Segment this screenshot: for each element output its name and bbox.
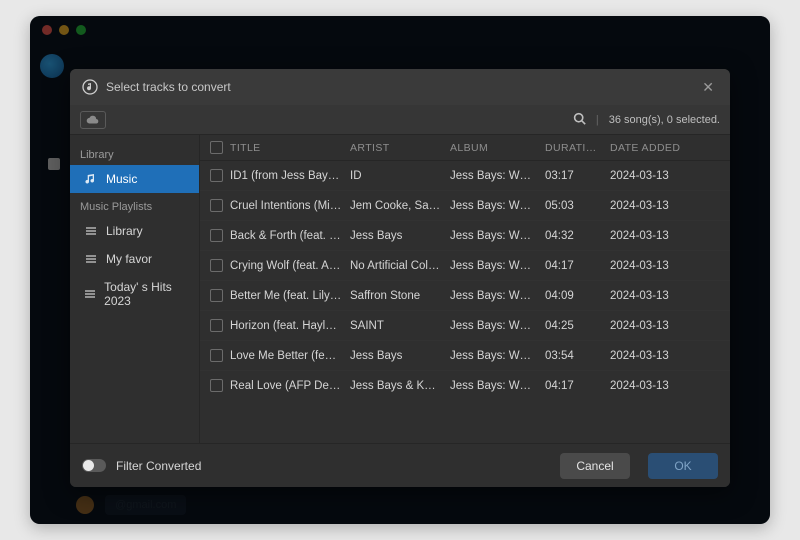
select-tracks-modal: Select tracks to convert ✕ | 36 song(s),… (70, 69, 730, 487)
sidebar-item-todays-hits-2023[interactable]: Today' s Hits 2023 (70, 273, 199, 315)
cell-title: Back & Forth (feat. Lily ... (230, 230, 350, 242)
list-icon (84, 288, 96, 300)
modal-title: Select tracks to convert (106, 80, 231, 94)
table-body: ID1 (from Jess Bays: W...IDJess Bays: Wo… (200, 161, 730, 400)
cell-artist: No Artificial Colours (350, 260, 450, 272)
list-icon (84, 225, 98, 237)
ok-button[interactable]: OK (648, 453, 718, 479)
cell-album: Jess Bays: Women I... (450, 380, 545, 392)
row-checkbox[interactable] (210, 379, 223, 392)
cell-duration: 04:32 (545, 230, 610, 242)
music-note-icon (82, 79, 98, 95)
cell-date: 2024-03-13 (610, 290, 700, 302)
cloud-icon (86, 115, 100, 125)
cell-date: 2024-03-13 (610, 380, 700, 392)
cell-artist: Jess Bays & Kelli-L... (350, 380, 450, 392)
cell-title: Love Me Better (feat. L... (230, 350, 350, 362)
cell-album: Jess Bays: Women I... (450, 320, 545, 332)
sidebar-item-library[interactable]: Library (70, 217, 199, 245)
cell-date: 2024-03-13 (610, 170, 700, 182)
sidebar-item-label: Today' s Hits 2023 (104, 280, 189, 308)
tracks-table: TITLE ARTIST ALBUM DURATION DATE ADDED I… (200, 135, 730, 443)
row-checkbox[interactable] (210, 169, 223, 182)
col-title[interactable]: TITLE (230, 142, 350, 154)
cell-duration: 04:25 (545, 320, 610, 332)
col-duration[interactable]: DURATION (545, 142, 610, 154)
cell-artist: Jess Bays (350, 350, 450, 362)
filter-converted-toggle[interactable] (82, 459, 106, 472)
modal-footer: Filter Converted Cancel OK (70, 443, 730, 487)
cell-duration: 04:17 (545, 380, 610, 392)
cell-title: Real Love (AFP Deep Li... (230, 380, 350, 392)
col-album[interactable]: ALBUM (450, 142, 545, 154)
sidebar-item-label: Music (106, 172, 137, 186)
filter-converted-label: Filter Converted (116, 459, 201, 473)
row-checkbox[interactable] (210, 199, 223, 212)
table-row[interactable]: Horizon (feat. Hayley ...SAINTJess Bays:… (200, 310, 730, 340)
cell-duration: 04:17 (545, 260, 610, 272)
row-checkbox[interactable] (210, 259, 223, 272)
sidebar-section-library-label: Library (70, 141, 199, 165)
cell-duration: 03:17 (545, 170, 610, 182)
cell-album: Jess Bays: Women I... (450, 350, 545, 362)
close-modal-button[interactable]: ✕ (698, 75, 718, 100)
cell-artist: Saffron Stone (350, 290, 450, 302)
cell-album: Jess Bays: Women I... (450, 290, 545, 302)
cell-duration: 05:03 (545, 200, 610, 212)
toolbar-divider: | (596, 114, 599, 126)
app-window: @gmail.com Select tracks to convert ✕ | … (30, 16, 770, 524)
cell-title: Cruel Intentions (Mixed) (230, 200, 350, 212)
table-row[interactable]: Better Me (feat. Lily Mc...Saffron Stone… (200, 280, 730, 310)
search-icon (573, 112, 586, 125)
cell-album: Jess Bays: Women I... (450, 230, 545, 242)
table-row[interactable]: Back & Forth (feat. Lily ...Jess BaysJes… (200, 220, 730, 250)
sidebar-item-my-favor[interactable]: My favor (70, 245, 199, 273)
row-checkbox[interactable] (210, 319, 223, 332)
modal-header: Select tracks to convert ✕ (70, 69, 730, 105)
cell-album: Jess Bays: Women I... (450, 170, 545, 182)
table-row[interactable]: Love Me Better (feat. L...Jess BaysJess … (200, 340, 730, 370)
sidebar-item-music[interactable]: Music (70, 165, 199, 193)
cell-date: 2024-03-13 (610, 230, 700, 242)
table-row[interactable]: Real Love (AFP Deep Li...Jess Bays & Kel… (200, 370, 730, 400)
selection-status: 36 song(s), 0 selected. (609, 114, 720, 126)
col-artist[interactable]: ARTIST (350, 142, 450, 154)
cell-artist: Jem Cooke, Sam D... (350, 200, 450, 212)
cell-date: 2024-03-13 (610, 350, 700, 362)
row-checkbox[interactable] (210, 229, 223, 242)
cell-artist: Jess Bays (350, 230, 450, 242)
table-row[interactable]: ID1 (from Jess Bays: W...IDJess Bays: Wo… (200, 161, 730, 190)
sidebar-section-playlists-label: Music Playlists (70, 193, 199, 217)
cell-title: Better Me (feat. Lily Mc... (230, 290, 350, 302)
table-row[interactable]: Cruel Intentions (Mixed)Jem Cooke, Sam D… (200, 190, 730, 220)
select-all-checkbox[interactable] (210, 141, 223, 154)
cell-title: ID1 (from Jess Bays: W... (230, 170, 350, 182)
cell-title: Horizon (feat. Hayley ... (230, 320, 350, 332)
cloud-refresh-button[interactable] (80, 111, 106, 129)
cell-date: 2024-03-13 (610, 260, 700, 272)
search-button[interactable] (573, 112, 586, 128)
modal-toolbar: | 36 song(s), 0 selected. (70, 105, 730, 135)
list-icon (84, 253, 98, 265)
cell-artist: ID (350, 170, 450, 182)
cell-date: 2024-03-13 (610, 200, 700, 212)
cell-album: Jess Bays: Women I... (450, 260, 545, 272)
cell-date: 2024-03-13 (610, 320, 700, 332)
row-checkbox[interactable] (210, 349, 223, 362)
cell-artist: SAINT (350, 320, 450, 332)
cell-title: Crying Wolf (feat. Alex ... (230, 260, 350, 272)
sidebar: Library Music Music Playlists Library (70, 135, 200, 443)
table-header: TITLE ARTIST ALBUM DURATION DATE ADDED (200, 135, 730, 161)
cancel-button[interactable]: Cancel (560, 453, 630, 479)
sidebar-item-label: Library (106, 224, 143, 238)
table-row[interactable]: Crying Wolf (feat. Alex ...No Artificial… (200, 250, 730, 280)
row-checkbox[interactable] (210, 289, 223, 302)
music-icon (84, 173, 98, 185)
cell-duration: 04:09 (545, 290, 610, 302)
cell-duration: 03:54 (545, 350, 610, 362)
sidebar-item-label: My favor (106, 252, 152, 266)
cell-album: Jess Bays: Women I... (450, 200, 545, 212)
col-date-added[interactable]: DATE ADDED (610, 142, 700, 154)
